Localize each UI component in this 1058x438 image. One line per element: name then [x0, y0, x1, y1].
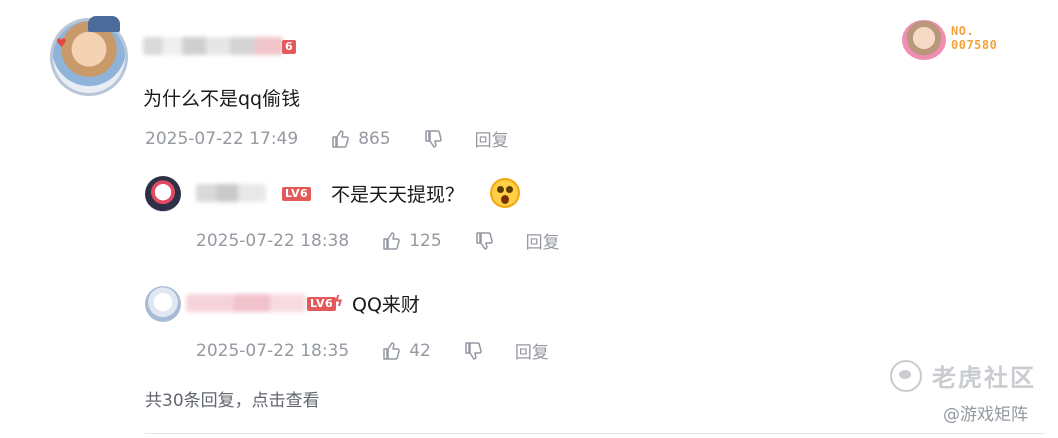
like-count: 42 [409, 340, 431, 361]
reply-meta: 2025-07-22 18:38 125 回复 [196, 228, 560, 254]
reply-button[interactable]: 回复 [475, 126, 509, 151]
tiger-logo-icon [890, 359, 922, 392]
avatar[interactable] [145, 176, 181, 212]
heart-icon: ♥ [56, 36, 67, 50]
comment-meta: 2025-07-22 17:49 865 回复 [145, 126, 509, 152]
thumbs-up-icon[interactable] [330, 129, 350, 149]
fan-medal-text: NO. 007580 [951, 24, 997, 52]
thumbs-up-icon[interactable] [381, 341, 401, 361]
watermark-handle: @游戏矩阵 [943, 405, 1028, 425]
like-count: 125 [409, 230, 442, 251]
thumbs-down-icon[interactable] [463, 341, 483, 361]
watermark-site: 老虎社区 [890, 358, 1036, 393]
reply-button[interactable]: 回复 [515, 338, 549, 363]
fan-medal-label: NO. [951, 24, 975, 38]
reply-content: QQ来财 [352, 294, 420, 316]
fan-medal-number: 007580 [951, 38, 998, 52]
divider [145, 433, 1045, 434]
thumbs-down-icon[interactable] [423, 129, 443, 149]
thumbs-down-icon[interactable] [474, 231, 494, 251]
lightning-icon: ϟ [334, 294, 344, 310]
reply-button[interactable]: 回复 [526, 228, 560, 253]
level-badge: LV6 [282, 187, 312, 201]
thumbs-up-icon[interactable] [381, 231, 401, 251]
fan-medal-avatar [902, 20, 946, 60]
avatar[interactable] [145, 286, 181, 322]
username-blurred[interactable] [196, 184, 266, 202]
comment-content: 为什么不是qq偷钱 [143, 88, 301, 110]
reply-time: 2025-07-22 18:38 [196, 230, 350, 251]
reply-time: 2025-07-22 18:35 [196, 340, 350, 361]
reply-meta: 2025-07-22 18:35 42 回复 [196, 338, 549, 364]
level-badge: 6 [282, 40, 297, 54]
shock-emoji-icon [490, 178, 520, 208]
avatar-frame-decoration [88, 16, 120, 32]
username-blurred[interactable] [186, 294, 306, 312]
comment-time: 2025-07-22 17:49 [145, 128, 299, 149]
username-blurred[interactable] [143, 37, 283, 55]
like-count: 865 [358, 128, 391, 149]
watermark-site-text: 老虎社区 [932, 364, 1036, 392]
reply-content: 不是天天提现？ [331, 184, 465, 206]
fan-medal[interactable]: NO. 007580 [898, 18, 1026, 62]
view-more-replies-link[interactable]: 共30条回复，点击查看 [145, 386, 320, 411]
level-badge: LV6 [307, 297, 337, 311]
